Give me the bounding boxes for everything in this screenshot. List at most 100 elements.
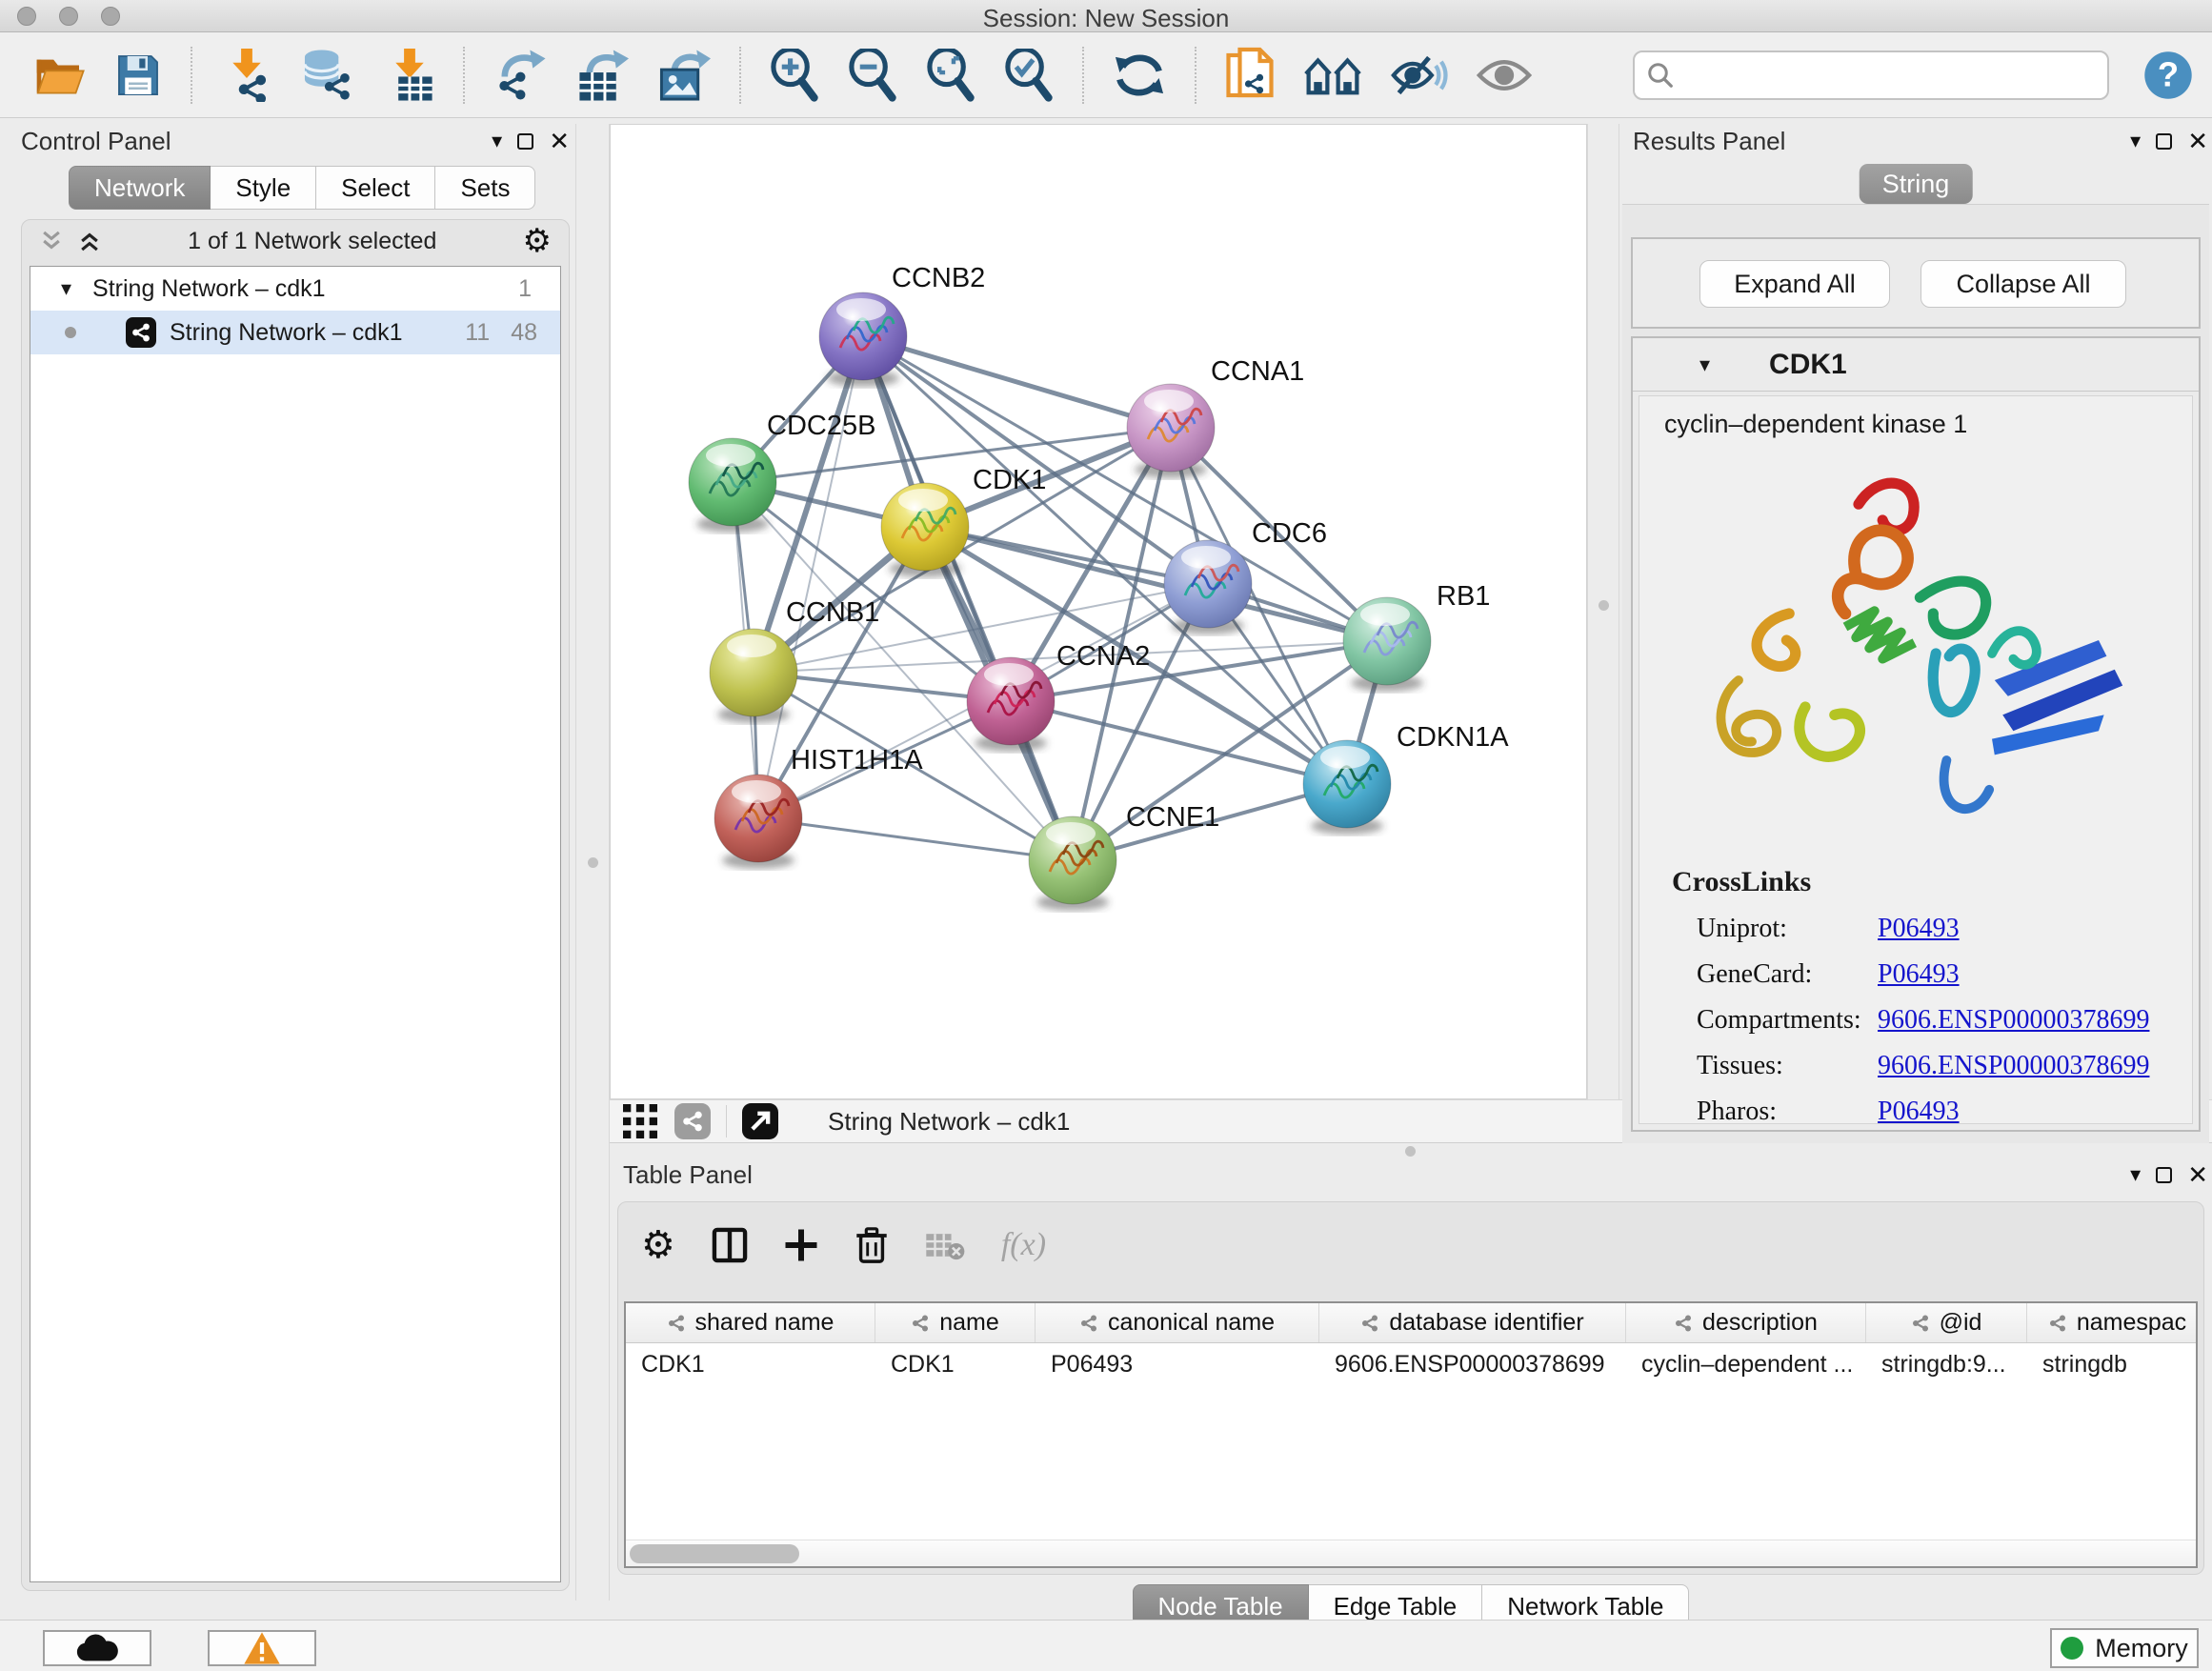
column-header-name[interactable]: name	[875, 1303, 1036, 1342]
zoom-in-button[interactable]	[770, 49, 819, 102]
network-options-gear-icon[interactable]: ⚙	[523, 225, 552, 257]
network-edge-HIST1H1A-CCNE1[interactable]	[758, 818, 1073, 860]
network-node-CCNB1[interactable]: CCNB1	[710, 597, 879, 723]
network-node-CDKN1A[interactable]: CDKN1A	[1303, 722, 1509, 835]
memory-button[interactable]: Memory	[2050, 1628, 2199, 1668]
column-header-description[interactable]: description	[1626, 1303, 1866, 1342]
export-network-button[interactable]	[493, 49, 547, 102]
table-panel: Table Panel ▾ ✕ ⚙	[610, 1158, 2212, 1620]
network-canvas[interactable]: CCNB2CCNA1CDC25BCDK1CDC6RB1CCNB1CCNA2CDK…	[610, 124, 1587, 1099]
network-node-CCNA1[interactable]: CCNA1	[1127, 356, 1304, 478]
crosslink-value-link[interactable]: 9606.ENSP00000378699	[1878, 1005, 2149, 1036]
string-network-icon	[126, 317, 156, 348]
detach-view-icon[interactable]	[742, 1103, 778, 1139]
panel-float-icon[interactable]	[2156, 1167, 2172, 1183]
table-panel-splitter[interactable]	[610, 1144, 2212, 1158]
control-panel-title: Control Panel	[21, 127, 171, 156]
tab-network[interactable]: Network	[69, 166, 211, 210]
cloud-button[interactable]	[43, 1630, 151, 1666]
entry-description: cyclin–dependent kinase 1	[1639, 396, 2192, 439]
panel-close-icon[interactable]: ✕	[549, 127, 570, 156]
column-header-shared-name[interactable]: shared name	[626, 1303, 875, 1342]
panel-menu-icon[interactable]: ▾	[2130, 1162, 2141, 1187]
network-node-CDK1[interactable]: CDK1	[881, 465, 1046, 577]
column-header-canonical-name[interactable]: canonical name	[1036, 1303, 1319, 1342]
crosslink-value-link[interactable]: P06493	[1878, 914, 1960, 944]
grid-view-icon[interactable]	[623, 1104, 657, 1138]
column-header-namespac[interactable]: namespac	[2027, 1303, 2198, 1342]
table-cell[interactable]: cyclin–dependent ...	[1626, 1343, 1866, 1385]
network-node-CDC25B[interactable]: CDC25B	[689, 411, 875, 533]
show-all-button[interactable]	[1477, 56, 1532, 94]
help-button[interactable]: ?	[2143, 50, 2193, 100]
panel-menu-icon[interactable]: ▾	[492, 129, 502, 153]
export-table-button[interactable]	[575, 49, 629, 102]
table-cell[interactable]: CDK1	[875, 1343, 1036, 1385]
open-file-button[interactable]	[32, 52, 86, 98]
column-header-@id[interactable]: @id	[1866, 1303, 2027, 1342]
network-collection-row[interactable]: ▾ String Network – cdk1 1	[30, 267, 560, 311]
zoom-selected-button[interactable]	[1004, 49, 1054, 102]
network-analyzer-button[interactable]	[1303, 51, 1362, 99]
copy-style-button[interactable]	[1225, 47, 1275, 104]
network-edge-count: 48	[511, 319, 537, 347]
splitter-handle[interactable]	[588, 857, 598, 868]
expand-all-button[interactable]: Expand All	[1699, 260, 1890, 308]
table-cell[interactable]: CDK1	[626, 1343, 875, 1385]
collection-label: String Network – cdk1	[92, 275, 326, 303]
crosslink-value-link[interactable]: P06493	[1878, 1097, 1960, 1127]
tab-style[interactable]: Style	[211, 166, 316, 210]
collection-expander-icon[interactable]: ▾	[61, 276, 71, 301]
network-node-CDC6[interactable]: CDC6	[1164, 518, 1327, 634]
add-column-icon[interactable]	[784, 1228, 818, 1262]
import-table-file-button[interactable]	[385, 49, 434, 102]
hide-selected-button[interactable]	[1391, 53, 1448, 97]
network-node-CCNB2[interactable]: CCNB2	[819, 263, 985, 387]
table-row[interactable]: CDK1CDK1P064939606.ENSP00000378699cyclin…	[626, 1343, 2196, 1385]
network-edge-CCNB2-CCNA1[interactable]	[863, 336, 1171, 428]
search-input[interactable]	[1675, 60, 2084, 90]
column-header-database-identifier[interactable]: database identifier	[1319, 1303, 1626, 1342]
search-field[interactable]	[1633, 50, 2109, 100]
table-cell[interactable]: 9606.ENSP00000378699	[1319, 1343, 1626, 1385]
zoom-fit-icon	[926, 49, 975, 102]
table-options-gear-icon[interactable]: ⚙	[641, 1226, 675, 1264]
splitter-handle[interactable]	[1599, 600, 1609, 611]
warnings-button[interactable]	[208, 1630, 316, 1666]
import-network-database-button[interactable]	[301, 49, 356, 102]
network-row[interactable]: String Network – cdk1 11 48	[30, 311, 560, 354]
right-splitter[interactable]	[1587, 124, 1619, 1099]
delete-column-trash-icon[interactable]	[855, 1226, 889, 1264]
panel-close-icon[interactable]: ✕	[2187, 1160, 2208, 1190]
table-horizontal-scrollbar[interactable]	[626, 1540, 2196, 1566]
network-view-icon[interactable]	[674, 1103, 711, 1139]
scrollbar-thumb[interactable]	[630, 1544, 799, 1563]
collapse-all-button[interactable]: Collapse All	[1920, 260, 2126, 308]
tab-sets[interactable]: Sets	[435, 166, 535, 210]
save-session-button[interactable]	[114, 51, 162, 99]
crosslink-value-link[interactable]: P06493	[1878, 959, 1960, 990]
export-image-button[interactable]	[657, 49, 711, 102]
tab-string[interactable]: String	[1860, 164, 1973, 204]
panel-float-icon[interactable]	[517, 133, 533, 150]
import-network-file-button[interactable]	[221, 49, 272, 102]
refresh-button[interactable]	[1113, 49, 1166, 102]
network-node-RB1[interactable]: RB1	[1343, 581, 1490, 692]
crosslink-value-link[interactable]: 9606.ENSP00000378699	[1878, 1051, 2149, 1081]
collapse-all-icon[interactable]	[39, 229, 64, 253]
tab-select[interactable]: Select	[316, 166, 435, 210]
left-splitter[interactable]	[575, 124, 610, 1601]
panel-float-icon[interactable]	[2156, 133, 2172, 150]
panel-menu-icon[interactable]: ▾	[2130, 129, 2141, 153]
zoom-fit-button[interactable]	[926, 49, 975, 102]
expand-all-icon[interactable]	[77, 229, 102, 253]
table-cell[interactable]: stringdb	[2027, 1343, 2198, 1385]
table-cell[interactable]: stringdb:9...	[1866, 1343, 2027, 1385]
show-columns-icon[interactable]	[712, 1227, 748, 1263]
table-cell[interactable]: P06493	[1036, 1343, 1319, 1385]
splitter-handle[interactable]	[1405, 1146, 1416, 1157]
zoom-out-button[interactable]	[848, 49, 897, 102]
entry-expander-icon[interactable]: ▾	[1699, 352, 1710, 377]
network-node-HIST1H1A[interactable]: HIST1H1A	[714, 745, 923, 869]
panel-close-icon[interactable]: ✕	[2187, 127, 2208, 156]
